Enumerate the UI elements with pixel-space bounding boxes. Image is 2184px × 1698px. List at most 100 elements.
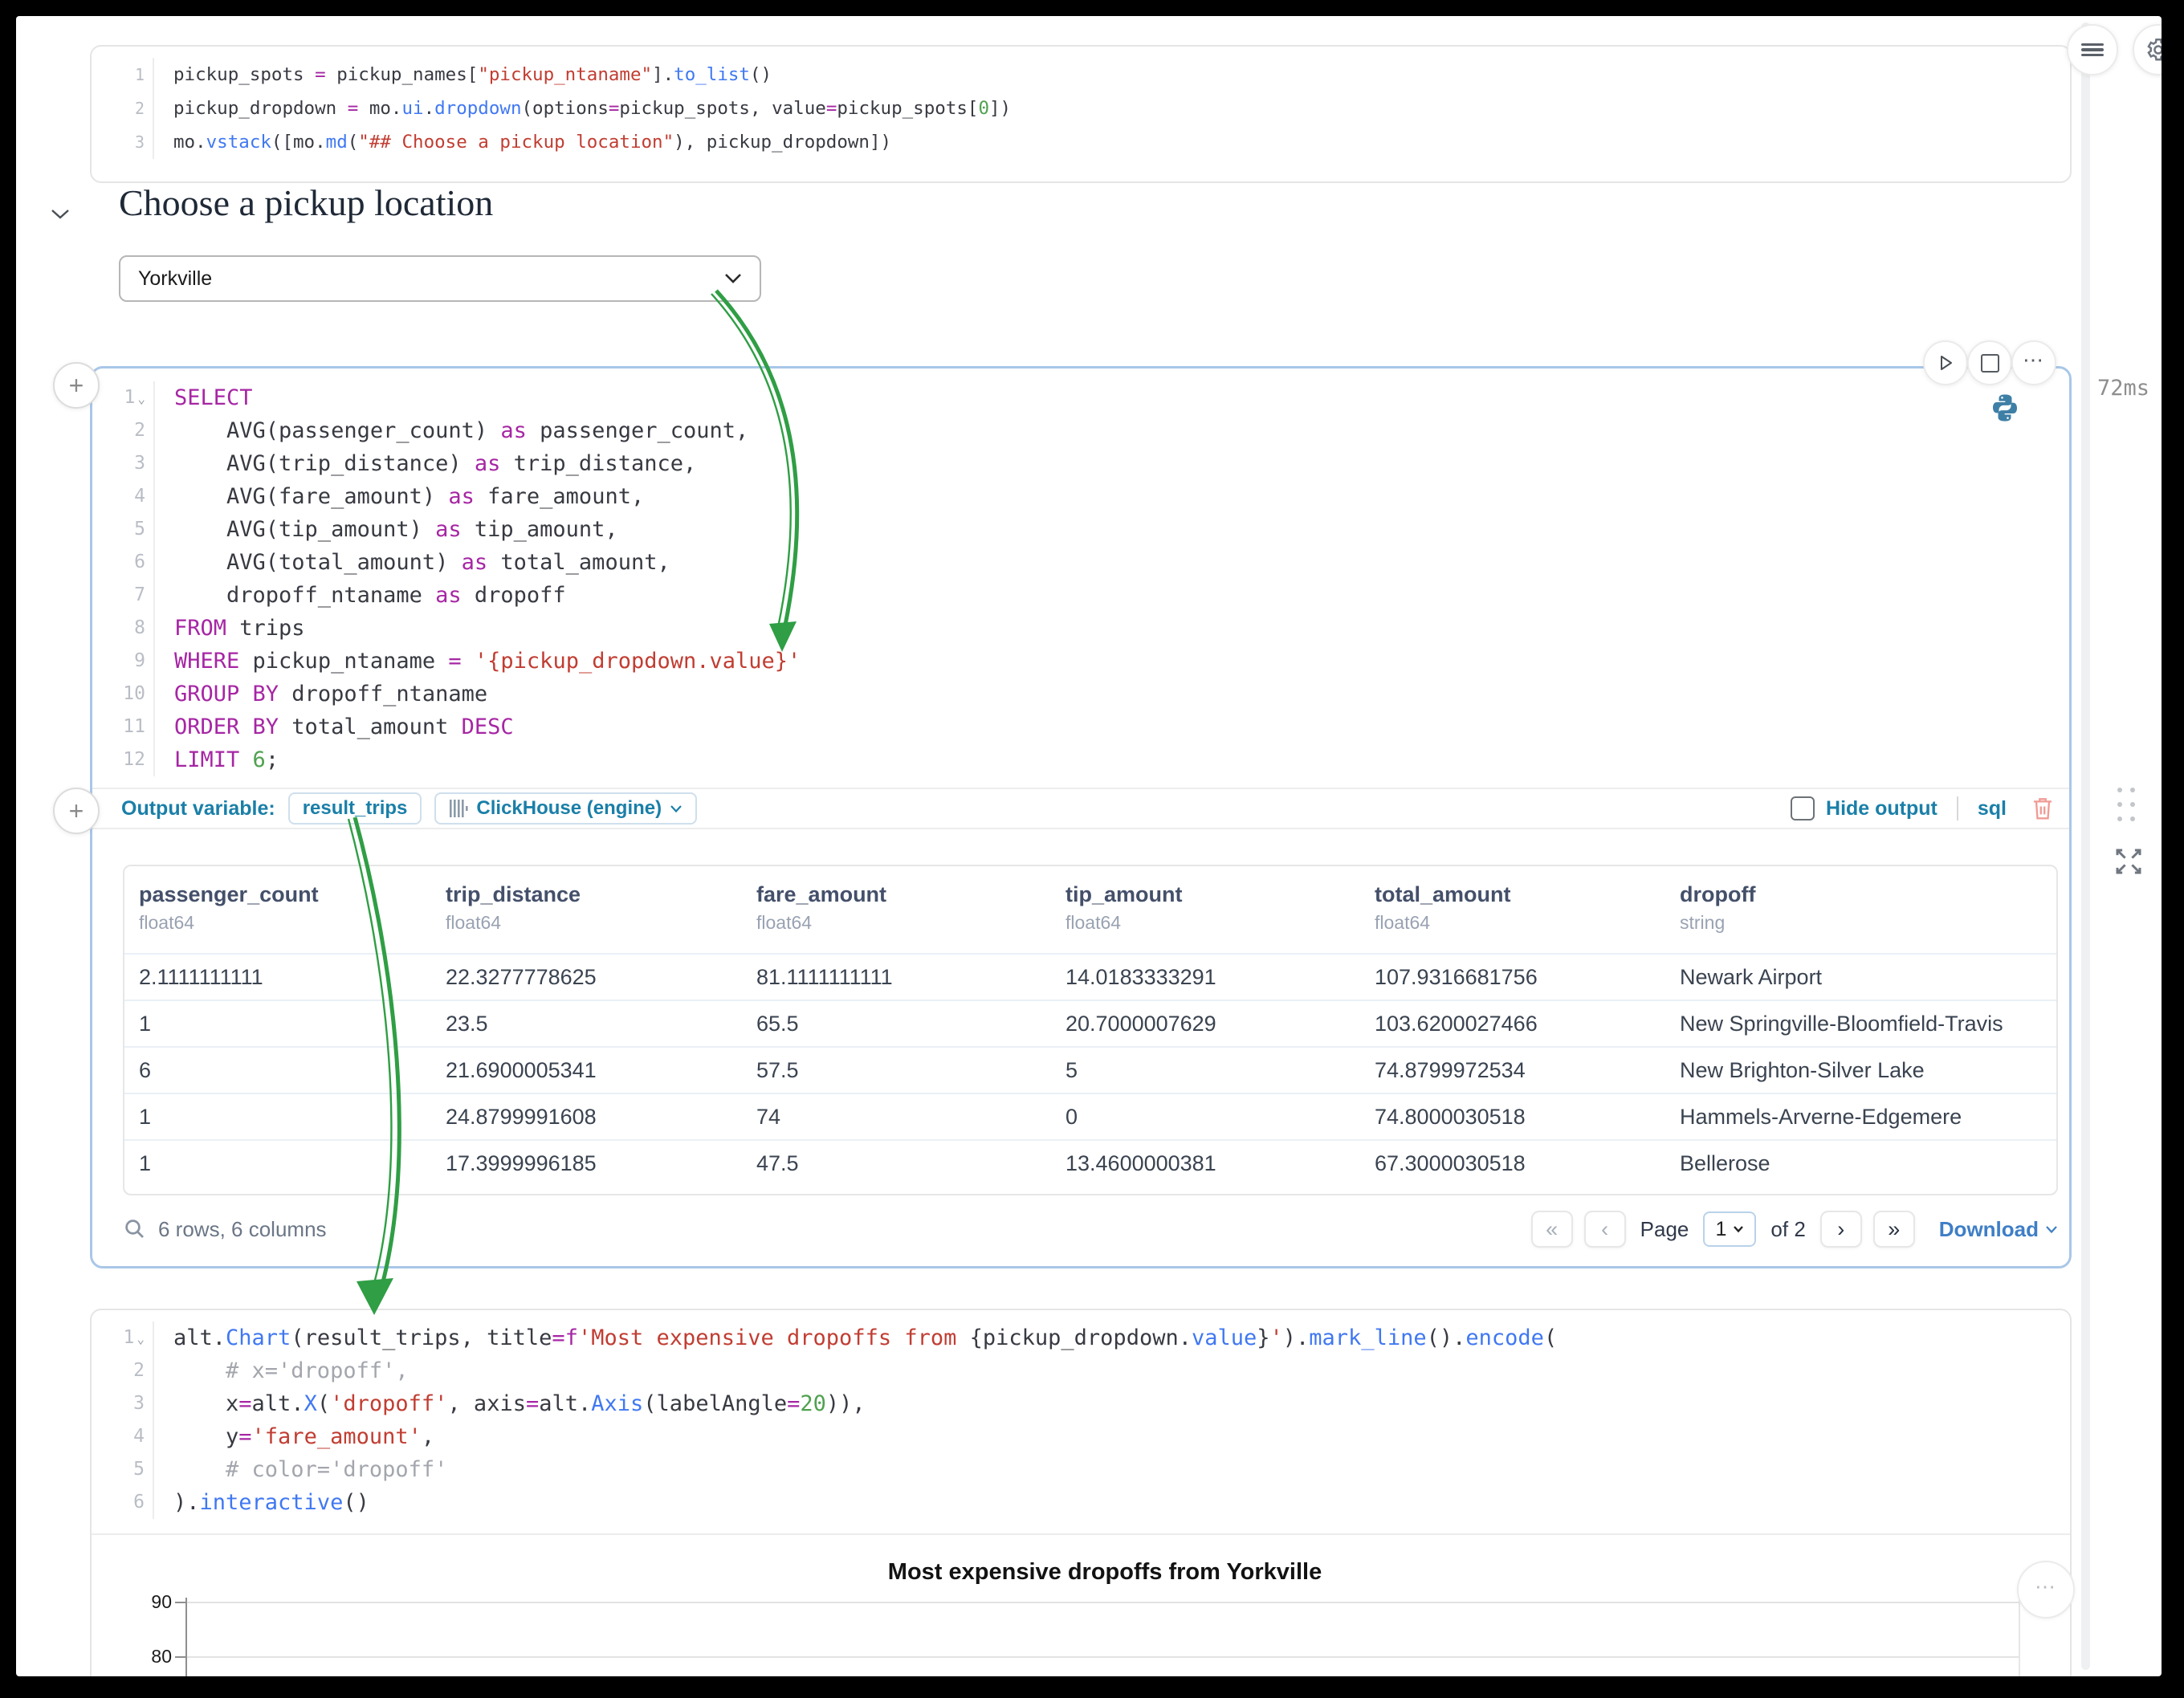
sql-editor[interactable]: 1⌄SELECT2 AVG(passenger_count) as passen… bbox=[92, 381, 2069, 776]
line-number: 3 bbox=[92, 125, 153, 159]
chart-actions-button[interactable]: ⋯ bbox=[2017, 1561, 2075, 1619]
table-cell: 103.6200027466 bbox=[1360, 1012, 1665, 1036]
table-row: 117.399999618547.513.460000038167.300003… bbox=[124, 1139, 2056, 1186]
chevron-down-icon bbox=[724, 273, 742, 284]
sql-cell[interactable]: 1⌄SELECT2 AVG(passenger_count) as passen… bbox=[90, 366, 2072, 1268]
column-header-trip_distance[interactable]: trip_distancefloat64 bbox=[431, 882, 742, 934]
column-header-passenger_count[interactable]: passenger_countfloat64 bbox=[124, 882, 431, 934]
dropdown-value: Yorkville bbox=[138, 267, 212, 291]
download-button[interactable]: Download bbox=[1939, 1217, 2058, 1242]
code-line: 11ORDER BY total_amount DESC bbox=[92, 711, 2069, 743]
line-number: 5 bbox=[92, 1453, 153, 1486]
first-page-button[interactable]: « bbox=[1531, 1211, 1573, 1248]
next-page-button[interactable]: › bbox=[1820, 1211, 1862, 1248]
language-toggle[interactable]: sql bbox=[1978, 797, 2007, 820]
table-cell: 1 bbox=[124, 1151, 431, 1176]
page-total-label: of 2 bbox=[1770, 1217, 1805, 1242]
table-header-row: passenger_countfloat64trip_distancefloat… bbox=[124, 866, 2056, 953]
search-icon[interactable] bbox=[123, 1217, 147, 1241]
table-cell: 14.0183333291 bbox=[1051, 965, 1360, 990]
collapse-cell-button[interactable] bbox=[50, 207, 71, 220]
add-cell-button[interactable]: + bbox=[53, 362, 100, 409]
column-header-total_amount[interactable]: total_amountfloat64 bbox=[1360, 882, 1665, 934]
column-header-tip_amount[interactable]: tip_amount float64 bbox=[1051, 882, 1360, 934]
table-cell: 2.1111111111 bbox=[124, 965, 431, 990]
sql-toolbar: Output variable: result_trips ClickHouse… bbox=[92, 788, 2069, 829]
table-cell: 24.8799991608 bbox=[431, 1105, 742, 1130]
line-number: 3 bbox=[92, 447, 153, 480]
gridline bbox=[186, 1656, 2019, 1658]
code-text: AVG(fare_amount) as fare_amount, bbox=[153, 480, 2069, 513]
chevron-down-icon bbox=[2045, 1225, 2058, 1234]
column-type: float64 bbox=[1066, 912, 1360, 934]
code-text: y='fare_amount', bbox=[153, 1420, 2070, 1453]
settings-button[interactable] bbox=[2133, 24, 2162, 75]
y-tick-label: 90 bbox=[116, 1591, 172, 1613]
hide-output-checkbox[interactable] bbox=[1791, 796, 1815, 820]
column-name: tip_amount bbox=[1066, 882, 1360, 907]
fold-chevron-icon[interactable]: ⌄ bbox=[137, 391, 145, 406]
line-number: 5 bbox=[92, 513, 153, 546]
stop-icon bbox=[1981, 354, 1999, 373]
code-cell-setup[interactable]: 1pickup_spots = pickup_names["pickup_nta… bbox=[90, 45, 2072, 183]
table-cell: 23.5 bbox=[431, 1012, 742, 1036]
code-line: 6 AVG(total_amount) as total_amount, bbox=[92, 546, 2069, 579]
run-cell-button[interactable] bbox=[1923, 340, 1968, 385]
column-name: trip_distance bbox=[446, 882, 742, 907]
expand-cell-icon[interactable] bbox=[2112, 845, 2145, 878]
drag-handle-icon[interactable] bbox=[2113, 784, 2139, 825]
engine-selector[interactable]: ClickHouse (engine) bbox=[434, 792, 697, 825]
table-cell: Hammels-Arverne-Edgemere bbox=[1665, 1105, 2052, 1130]
table-cell: 1 bbox=[124, 1012, 431, 1036]
code-text: # color='dropoff' bbox=[153, 1453, 2070, 1486]
output-variable-input[interactable]: result_trips bbox=[288, 792, 422, 825]
code-line: 9WHERE pickup_ntaname = '{pickup_dropdow… bbox=[92, 645, 2069, 678]
table-cell: 17.3999996185 bbox=[431, 1151, 742, 1176]
table-cell: 1 bbox=[124, 1105, 431, 1130]
code-editor[interactable]: 1pickup_spots = pickup_names["pickup_nta… bbox=[92, 58, 2070, 159]
line-number: 1 bbox=[92, 58, 153, 92]
table-row: 621.690000534157.5574.8799972534New Brig… bbox=[124, 1046, 2056, 1093]
scrollbar[interactable] bbox=[2081, 22, 2090, 1670]
table-row: 124.879999160874074.8000030518Hammels-Ar… bbox=[124, 1093, 2056, 1139]
line-number: 9 bbox=[92, 645, 153, 678]
table-cell: 5 bbox=[1051, 1058, 1360, 1083]
table-cell: 57.5 bbox=[742, 1058, 1051, 1083]
code-line: 8FROM trips bbox=[92, 612, 2069, 645]
code-text: dropoff_ntaname as dropoff bbox=[153, 579, 2069, 612]
chevron-down-icon bbox=[50, 207, 71, 220]
menu-button[interactable] bbox=[2067, 24, 2118, 75]
code-text: AVG(trip_distance) as trip_distance, bbox=[153, 447, 2069, 480]
line-number: 4 bbox=[92, 480, 153, 513]
hide-output-label: Hide output bbox=[1826, 797, 1937, 820]
line-number: 2 bbox=[92, 92, 153, 125]
column-type: string bbox=[1680, 912, 2052, 934]
ellipsis-icon: ⋯ bbox=[2035, 1582, 2057, 1597]
cell-actions-button[interactable]: ⋯ bbox=[2011, 340, 2056, 385]
column-header-dropoff[interactable]: dropoffstring bbox=[1665, 882, 2052, 934]
notebook-page: 1pickup_spots = pickup_names["pickup_nta… bbox=[16, 16, 2162, 1676]
table-cell: Bellerose bbox=[1665, 1151, 2052, 1176]
code-text: mo.vstack([mo.md("## Choose a pickup loc… bbox=[153, 125, 2070, 159]
table-row: 123.565.520.7000007629103.6200027466New … bbox=[124, 1000, 2056, 1046]
table-footer: 6 rows, 6 columns « ‹ Page 1 of 2 › » Do… bbox=[123, 1205, 2058, 1253]
prev-page-button[interactable]: ‹ bbox=[1584, 1211, 1626, 1248]
cell-runtime: 72ms bbox=[2097, 376, 2149, 401]
code-line: 1⌄SELECT bbox=[92, 381, 2069, 414]
last-page-button[interactable]: » bbox=[1873, 1211, 1915, 1248]
code-line: 3 AVG(trip_distance) as trip_distance, bbox=[92, 447, 2069, 480]
add-cell-button[interactable]: + bbox=[53, 788, 100, 834]
code-line: 1pickup_spots = pickup_names["pickup_nta… bbox=[92, 58, 2070, 92]
column-header-fare_amount[interactable]: fare_amountfloat64 bbox=[742, 882, 1051, 934]
column-type: float64 bbox=[756, 912, 1051, 934]
fold-chevron-icon[interactable]: ⌄ bbox=[136, 1331, 145, 1346]
code-text: LIMIT 6; bbox=[153, 743, 2069, 776]
code-line: 5 # color='dropoff' bbox=[92, 1453, 2070, 1486]
stop-cell-button[interactable] bbox=[1967, 340, 2012, 385]
chart-editor[interactable]: 1⌄alt.Chart(result_trips, title=f'Most e… bbox=[92, 1321, 2070, 1519]
delete-cell-icon[interactable] bbox=[2031, 796, 2055, 821]
table-cell: New Springville-Bloomfield-Travis bbox=[1665, 1012, 2052, 1036]
chart-code-cell[interactable]: 1⌄alt.Chart(result_trips, title=f'Most e… bbox=[90, 1309, 2072, 1676]
page-select[interactable]: 1 bbox=[1703, 1211, 1756, 1247]
pickup-location-dropdown[interactable]: Yorkville bbox=[119, 255, 761, 302]
